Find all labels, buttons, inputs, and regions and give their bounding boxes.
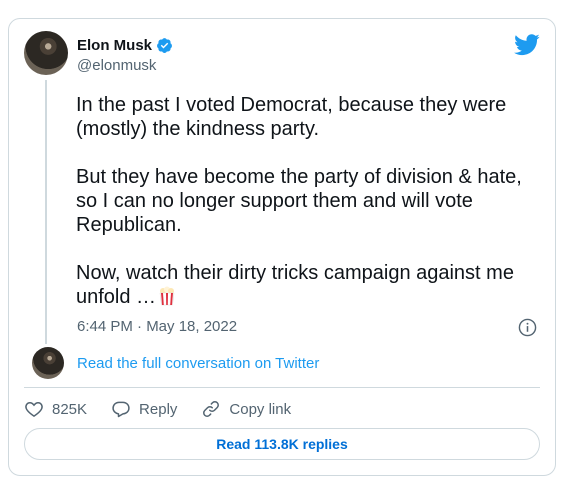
copy-link-button[interactable]: Copy link (201, 399, 291, 419)
author-name-row[interactable]: Elon Musk (77, 37, 173, 54)
read-replies-button[interactable]: Read 113.8K replies (24, 428, 540, 460)
link-icon (203, 401, 220, 417)
reply-button[interactable]: Reply (111, 399, 177, 419)
tweet-timestamp[interactable]: 6:44 PM · May 18, 2022 (77, 318, 237, 335)
conversation-avatar[interactable] (32, 347, 64, 379)
info-icon[interactable] (518, 318, 537, 337)
author-avatar[interactable] (24, 31, 68, 75)
popcorn-icon (159, 286, 175, 306)
thread-line (45, 80, 47, 344)
like-button[interactable]: 825K (24, 399, 87, 419)
twitter-bird-icon[interactable] (514, 34, 540, 56)
tweet-text: In the past I voted Democrat, because th… (76, 93, 536, 333)
reply-icon (112, 401, 130, 418)
author-handle[interactable]: @elonmusk (77, 57, 156, 74)
like-count: 825K (52, 400, 88, 418)
tweet-paragraph-3-text: Now, watch their dirty tricks campaign a… (76, 262, 514, 308)
author-display-name[interactable]: Elon Musk (77, 37, 152, 54)
tweet-actions: 825K Reply Copy link (24, 399, 291, 419)
divider (24, 387, 540, 388)
read-full-conversation-link[interactable]: Read the full conversation on Twitter (77, 355, 319, 372)
verified-badge-icon (157, 38, 172, 53)
heart-icon (25, 401, 43, 417)
reply-label: Reply (139, 400, 178, 418)
tweet-paragraph-1: In the past I voted Democrat, because th… (76, 94, 507, 140)
tweet-paragraph-2: But they have become the party of divisi… (76, 166, 522, 236)
tweet-paragraph-3: Now, watch their dirty tricks campaign a… (76, 261, 536, 309)
copy-link-label: Copy link (229, 400, 292, 418)
